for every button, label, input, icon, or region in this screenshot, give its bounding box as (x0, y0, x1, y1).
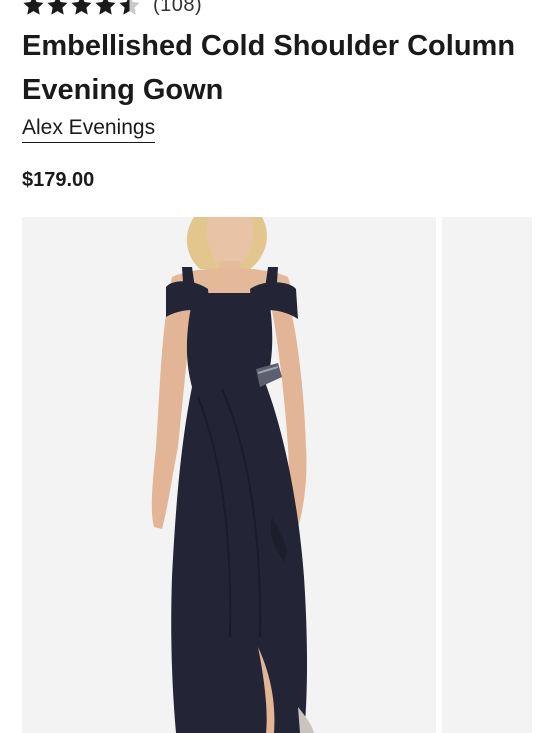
half-star-icon (119, 0, 140, 15)
rating-row[interactable]: (108) (22, 0, 202, 18)
star-icon (95, 0, 116, 15)
star-icon (23, 0, 44, 15)
product-price: $179.00 (22, 169, 95, 191)
product-title: Embellished Cold Shoulder Column Evening… (22, 30, 516, 106)
review-count[interactable]: (108) (153, 0, 202, 17)
evening-gown-photo-icon (151, 217, 314, 733)
star-icon (71, 0, 92, 15)
star-icon (47, 0, 68, 15)
next-product-image[interactable] (442, 217, 532, 733)
star-rating (22, 0, 141, 17)
product-image[interactable] (22, 217, 436, 733)
image-gallery[interactable] (22, 217, 532, 733)
product-page: (108) Embellished Cold Shoulder Column E… (0, 0, 550, 733)
brand-link[interactable]: Alex Evenings (22, 116, 156, 143)
